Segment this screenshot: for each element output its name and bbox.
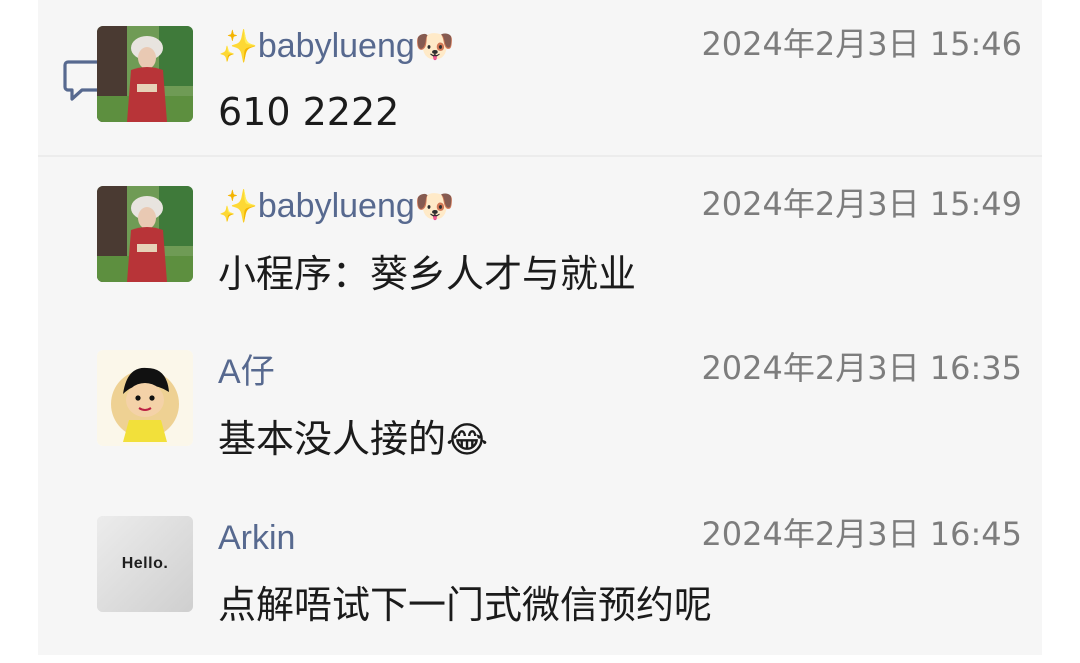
- timestamp: 2024年2月3日 15:49: [701, 185, 1022, 223]
- timestamp: 2024年2月3日 15:46: [701, 25, 1022, 63]
- avatar[interactable]: [97, 186, 193, 282]
- sparkles-icon: ✨: [218, 188, 258, 224]
- author-name[interactable]: A仔: [218, 352, 275, 392]
- author-name-text: babylueng: [257, 27, 415, 65]
- divider: [38, 155, 1042, 157]
- tears-of-joy-icon: 😂: [446, 420, 489, 461]
- message-text: 小程序：葵乡人才与就业: [218, 252, 637, 296]
- author-name-text: babylueng: [257, 187, 415, 225]
- author-name[interactable]: ✨ babylueng 🐶: [218, 186, 455, 226]
- message-text: 点解唔试下一门式微信预约呢: [218, 583, 713, 627]
- timestamp: 2024年2月3日 16:45: [701, 515, 1022, 553]
- message-text: 610 2222: [218, 90, 400, 134]
- avatar[interactable]: [97, 26, 193, 122]
- avatar[interactable]: Hello.: [97, 516, 193, 612]
- woman-photo-avatar: [97, 186, 193, 282]
- author-name[interactable]: ✨ babylueng 🐶: [218, 26, 455, 66]
- sparkles-icon: ✨: [218, 28, 258, 64]
- woman-photo-avatar: [97, 26, 193, 122]
- message-text: 基本没人接的😂: [218, 416, 488, 464]
- avatar-hello-text: Hello.: [121, 555, 169, 572]
- avatar[interactable]: [97, 350, 193, 446]
- author-name-text: A仔: [218, 353, 275, 391]
- author-name[interactable]: Arkin: [218, 518, 295, 558]
- dog-face-icon: 🐶: [414, 188, 455, 224]
- author-name-text: Arkin: [218, 519, 296, 557]
- timestamp: 2024年2月3日 16:35: [701, 349, 1022, 387]
- message-text-body: 基本没人接的: [218, 417, 447, 461]
- cartoon-boy-avatar: [97, 350, 193, 446]
- dog-face-icon: 🐶: [414, 28, 455, 64]
